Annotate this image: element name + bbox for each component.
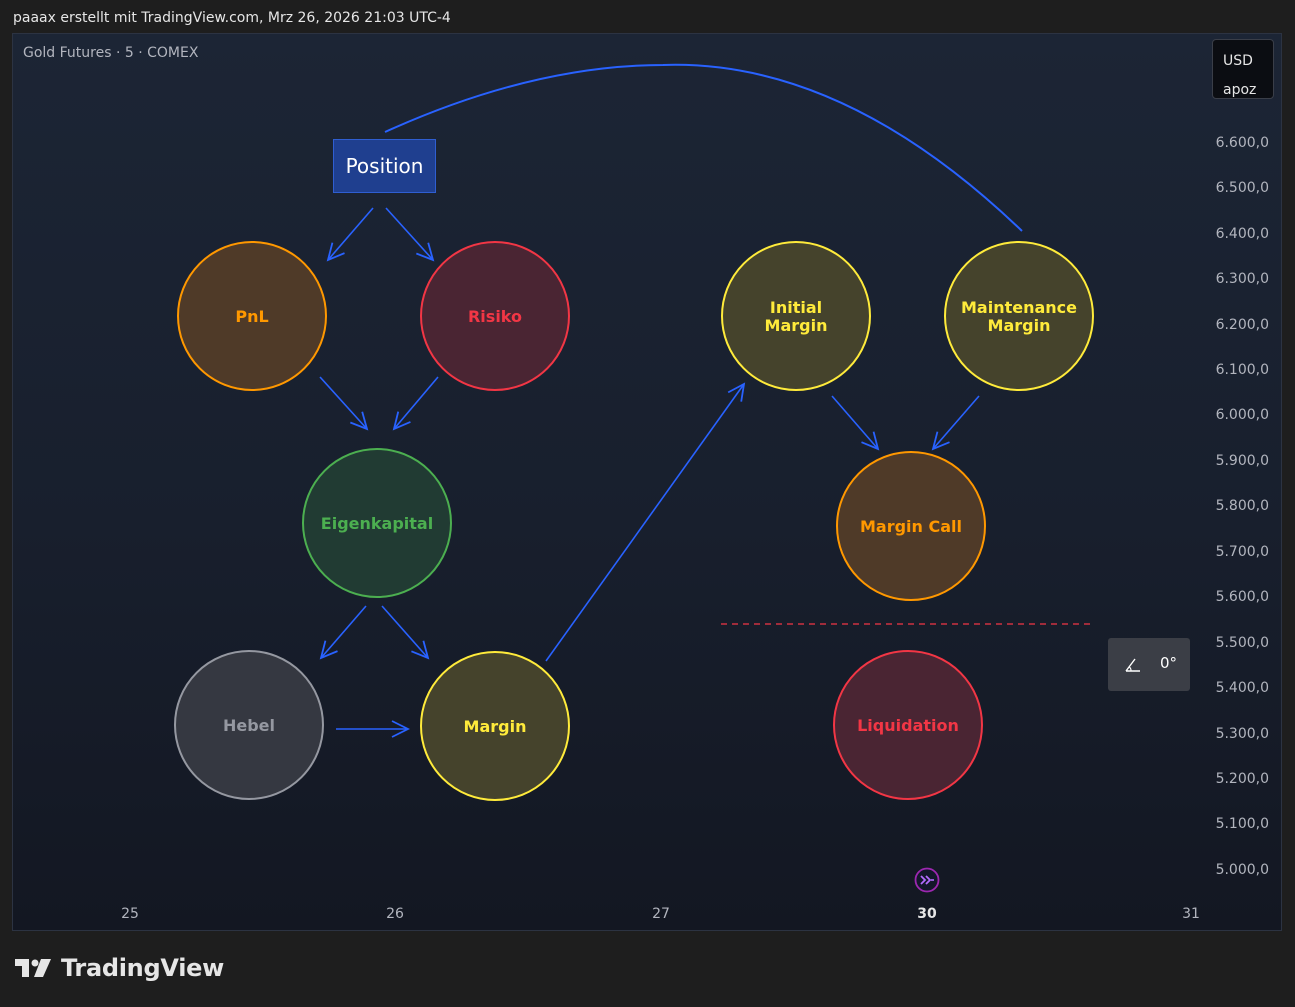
node-pnl-label: PnL: [235, 307, 268, 326]
price-label: 6.000,0: [1215, 407, 1269, 423]
replay-icon[interactable]: [914, 867, 940, 893]
price-label: 5.100,0: [1215, 816, 1269, 832]
node-eigenkapital[interactable]: Eigenkapital: [302, 448, 452, 598]
node-initial-margin-line1: Initial: [770, 298, 822, 317]
price-label: 5.600,0: [1215, 589, 1269, 605]
node-position-label: Position: [345, 154, 424, 178]
arrow-eigenkapital-hebel[interactable]: [321, 605, 367, 658]
node-initial-margin-line2: Margin: [765, 316, 828, 335]
node-hebel[interactable]: Hebel: [174, 650, 324, 800]
price-label: 6.300,0: [1215, 271, 1269, 287]
price-label: 5.000,0: [1215, 862, 1269, 878]
time-label: 26: [386, 906, 404, 922]
tradingview-brand-text: TradingView: [61, 954, 224, 982]
arc-maintenance-to-position[interactable]: [384, 63, 1023, 232]
time-label: 30: [917, 906, 937, 922]
node-pnl[interactable]: PnL: [177, 241, 327, 391]
node-margin-label: Margin: [464, 717, 527, 736]
node-margin[interactable]: Margin: [420, 651, 570, 801]
price-label: 5.300,0: [1215, 726, 1269, 742]
node-liquidation[interactable]: Liquidation: [833, 650, 983, 800]
arrow-eigenkapital-margin[interactable]: [381, 605, 428, 658]
price-label: 5.800,0: [1215, 498, 1269, 514]
arrow-initial-margincall[interactable]: [831, 395, 878, 449]
price-label: 6.400,0: [1215, 226, 1269, 242]
node-liquidation-label: Liquidation: [857, 716, 959, 735]
node-risiko-label: Risiko: [468, 307, 522, 326]
time-label: 25: [121, 906, 139, 922]
concept-diagram[interactable]: PnL Risiko Eigenkapital Hebel Margin Ini…: [13, 34, 1193, 931]
arrow-margin-initial[interactable]: [545, 384, 744, 662]
node-hebel-label: Hebel: [223, 716, 275, 735]
price-label: 5.900,0: [1215, 453, 1269, 469]
arrow-maintenance-margincall[interactable]: [933, 395, 980, 449]
arrow-pnl-eigenkapital[interactable]: [319, 376, 367, 429]
price-label: 5.200,0: [1215, 771, 1269, 787]
angle-value: 0°: [1160, 654, 1178, 672]
angle-tool-widget[interactable]: 0°: [1108, 638, 1190, 691]
price-label: 6.600,0: [1215, 135, 1269, 151]
header-attribution: paaax erstellt mit TradingView.com, Mrz …: [13, 10, 451, 26]
price-label: 5.500,0: [1215, 635, 1269, 651]
node-maintenance-margin[interactable]: Maintenance Margin: [944, 241, 1094, 391]
node-margin-call-label: Margin Call: [860, 517, 962, 536]
node-eigenkapital-label: Eigenkapital: [321, 514, 433, 533]
time-label: 31: [1182, 906, 1200, 922]
time-label: 27: [652, 906, 670, 922]
price-label: 5.400,0: [1215, 680, 1269, 696]
arrow-risiko-eigenkapital[interactable]: [394, 376, 439, 429]
price-axis[interactable]: 6.600,0 6.500,0 6.400,0 6.300,0 6.200,0 …: [1203, 34, 1281, 930]
price-label: 6.200,0: [1215, 317, 1269, 333]
tradingview-logo-icon: [15, 959, 51, 977]
node-position[interactable]: Position: [333, 139, 436, 193]
arrow-position-pnl[interactable]: [328, 207, 374, 260]
tradingview-logo[interactable]: TradingView: [15, 954, 224, 982]
price-label: 6.500,0: [1215, 180, 1269, 196]
angle-icon: [1125, 658, 1140, 672]
node-risiko[interactable]: Risiko: [420, 241, 570, 391]
node-margin-call[interactable]: Margin Call: [836, 451, 986, 601]
node-maintenance-margin-line1: Maintenance: [961, 298, 1077, 317]
chart-panel[interactable]: Gold Futures · 5 · COMEX PnL Risiko Eige…: [12, 33, 1282, 931]
arrow-position-risiko[interactable]: [385, 207, 433, 260]
price-label: 6.100,0: [1215, 362, 1269, 378]
node-maintenance-margin-line2: Margin: [988, 316, 1051, 335]
node-initial-margin[interactable]: Initial Margin: [721, 241, 871, 391]
price-label: 5.700,0: [1215, 544, 1269, 560]
